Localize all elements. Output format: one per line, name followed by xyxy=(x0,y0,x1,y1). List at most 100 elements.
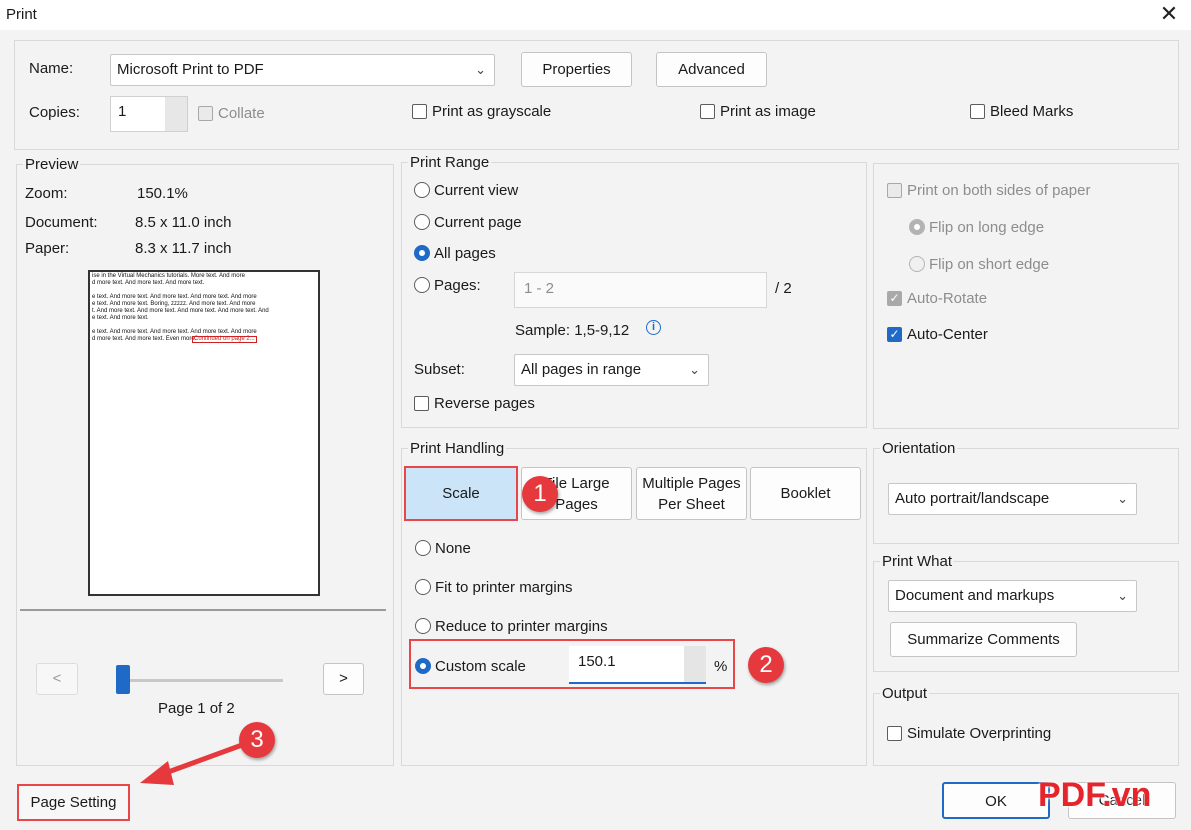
percent-label: % xyxy=(714,658,728,675)
both-sides-checkbox[interactable] xyxy=(887,183,902,198)
watermark-brand: PDF xyxy=(1038,776,1103,814)
preview-divider xyxy=(20,609,386,611)
print-handling-legend: Print Handling xyxy=(408,440,507,457)
fit-to-margins-radio[interactable] xyxy=(415,579,431,595)
zoom-label: Zoom: xyxy=(25,185,68,202)
page-setting-button[interactable]: Page Setting xyxy=(17,784,130,821)
flip-long-edge-label: Flip on long edge xyxy=(929,219,1045,236)
current-page-radio[interactable] xyxy=(414,214,430,230)
annotation-arrow-icon xyxy=(140,742,245,785)
pages-total: / 2 xyxy=(775,280,792,297)
chevron-down-icon: ⌄ xyxy=(1117,588,1128,603)
custom-scale-spinner[interactable] xyxy=(684,646,706,682)
page-slider-thumb[interactable] xyxy=(116,665,130,694)
bleed-marks-label: Bleed Marks xyxy=(990,103,1074,120)
reduce-to-margins-label: Reduce to printer margins xyxy=(435,618,608,635)
name-label: Name: xyxy=(29,60,74,77)
preview-legend: Preview xyxy=(23,156,81,173)
auto-rotate-checkbox[interactable]: ✓ xyxy=(887,291,902,306)
orientation-select[interactable]: Auto portrait/landscape ⌄ xyxy=(888,483,1137,515)
page-preview: ise in the Virtual Mechanics tutorials. … xyxy=(88,270,320,596)
grayscale-label: Print as grayscale xyxy=(432,103,552,120)
print-as-image-label: Print as image xyxy=(720,103,816,120)
flip-short-edge-radio[interactable] xyxy=(909,256,925,272)
chevron-down-icon: ⌄ xyxy=(689,362,700,377)
summarize-comments-button[interactable]: Summarize Comments xyxy=(890,622,1077,657)
all-pages-radio[interactable] xyxy=(414,245,430,261)
reverse-pages-label: Reverse pages xyxy=(434,395,535,412)
simulate-overprinting-label: Simulate Overprinting xyxy=(907,725,1052,742)
scale-none-radio[interactable] xyxy=(415,540,431,556)
pages-label: Pages: xyxy=(434,277,481,294)
collate-checkbox[interactable] xyxy=(198,106,213,121)
orientation-value: Auto portrait/landscape xyxy=(895,490,1050,507)
multiple-pages-tab[interactable]: Multiple Pages Per Sheet xyxy=(636,467,747,520)
current-view-radio[interactable] xyxy=(414,182,430,198)
auto-center-label: Auto-Center xyxy=(907,326,988,343)
watermark-logo: PDF.vn xyxy=(1038,776,1151,815)
preview-text-line: d more text. And more text. Even more. xyxy=(92,336,197,342)
subset-select[interactable]: All pages in range ⌄ xyxy=(514,354,709,386)
preview-text-line: e text. And more text. Boring, zzzzz. An… xyxy=(92,301,256,307)
page-indicator: Page 1 of 2 xyxy=(158,700,235,717)
preview-text-line: e text. And more text. xyxy=(92,315,149,321)
custom-scale-input[interactable]: 150.1 xyxy=(569,646,706,684)
scale-tab[interactable]: Scale xyxy=(404,466,518,521)
pages-radio[interactable] xyxy=(414,277,430,293)
flip-long-edge-radio[interactable] xyxy=(909,219,925,235)
pages-input-placeholder: 1 - 2 xyxy=(524,280,555,297)
auto-rotate-label: Auto-Rotate xyxy=(907,290,988,307)
close-icon[interactable]: ✕ xyxy=(1155,1,1183,29)
print-as-image-checkbox[interactable] xyxy=(700,104,715,119)
info-icon[interactable]: i xyxy=(646,320,661,335)
advanced-button[interactable]: Advanced xyxy=(656,52,767,87)
printer-name-value: Microsoft Print to PDF xyxy=(117,61,264,78)
preview-text-line: e text. And more text. And more text. An… xyxy=(92,329,257,335)
annotation-badge-1: 1 xyxy=(522,476,558,512)
scale-none-label: None xyxy=(435,540,471,557)
copies-spinner[interactable] xyxy=(165,97,187,131)
orientation-legend: Orientation xyxy=(880,440,958,457)
ok-button[interactable]: OK xyxy=(942,782,1050,819)
auto-center-checkbox[interactable]: ✓ xyxy=(887,327,902,342)
annotation-badge-2: 2 xyxy=(748,647,784,683)
current-view-label: Current view xyxy=(434,182,519,199)
printer-name-select[interactable]: Microsoft Print to PDF ⌄ xyxy=(110,54,495,86)
subset-value: All pages in range xyxy=(521,361,642,378)
custom-scale-radio[interactable] xyxy=(415,658,431,674)
page-slider-track[interactable] xyxy=(118,679,283,682)
zoom-value: 150.1% xyxy=(137,185,188,202)
both-sides-label: Print on both sides of paper xyxy=(907,182,1091,199)
copies-spinbox[interactable]: 1 xyxy=(110,96,188,132)
collate-label: Collate xyxy=(218,105,265,122)
booklet-tab[interactable]: Booklet xyxy=(750,467,861,520)
document-label: Document: xyxy=(25,214,98,231)
preview-text-line: t. And more text. And more text. And mor… xyxy=(92,308,269,314)
pages-sample-text: Sample: 1,5-9,12 xyxy=(515,322,630,339)
reverse-pages-checkbox[interactable] xyxy=(414,396,429,411)
page-setting-label: Page Setting xyxy=(30,794,117,811)
grayscale-checkbox[interactable] xyxy=(412,104,427,119)
reduce-to-margins-radio[interactable] xyxy=(415,618,431,634)
scale-tab-label: Scale xyxy=(442,485,480,502)
simulate-overprinting-checkbox[interactable] xyxy=(887,726,902,741)
chevron-down-icon: ⌄ xyxy=(1117,491,1128,506)
bleed-marks-checkbox[interactable] xyxy=(970,104,985,119)
watermark-suffix: .vn xyxy=(1102,776,1152,814)
print-what-value: Document and markups xyxy=(895,587,1055,604)
flip-short-edge-label: Flip on short edge xyxy=(929,256,1050,273)
multiple-pages-label: Multiple Pages Per Sheet xyxy=(642,475,741,513)
fit-to-margins-label: Fit to printer margins xyxy=(435,579,573,596)
prev-page-button[interactable]: < xyxy=(36,663,78,695)
print-what-legend: Print What xyxy=(880,553,955,570)
preview-link-box: Continued on page 2... xyxy=(192,336,257,343)
paper-label: Paper: xyxy=(25,240,70,257)
custom-scale-label: Custom scale xyxy=(435,658,526,675)
window-title: Print xyxy=(6,6,37,23)
print-what-select[interactable]: Document and markups ⌄ xyxy=(888,580,1137,612)
preview-text-line: e text. And more text. And more text. An… xyxy=(92,294,257,300)
pages-input[interactable]: 1 - 2 xyxy=(514,272,767,308)
subset-label: Subset: xyxy=(414,361,465,378)
properties-button[interactable]: Properties xyxy=(521,52,632,87)
next-page-button[interactable]: > xyxy=(323,663,364,695)
